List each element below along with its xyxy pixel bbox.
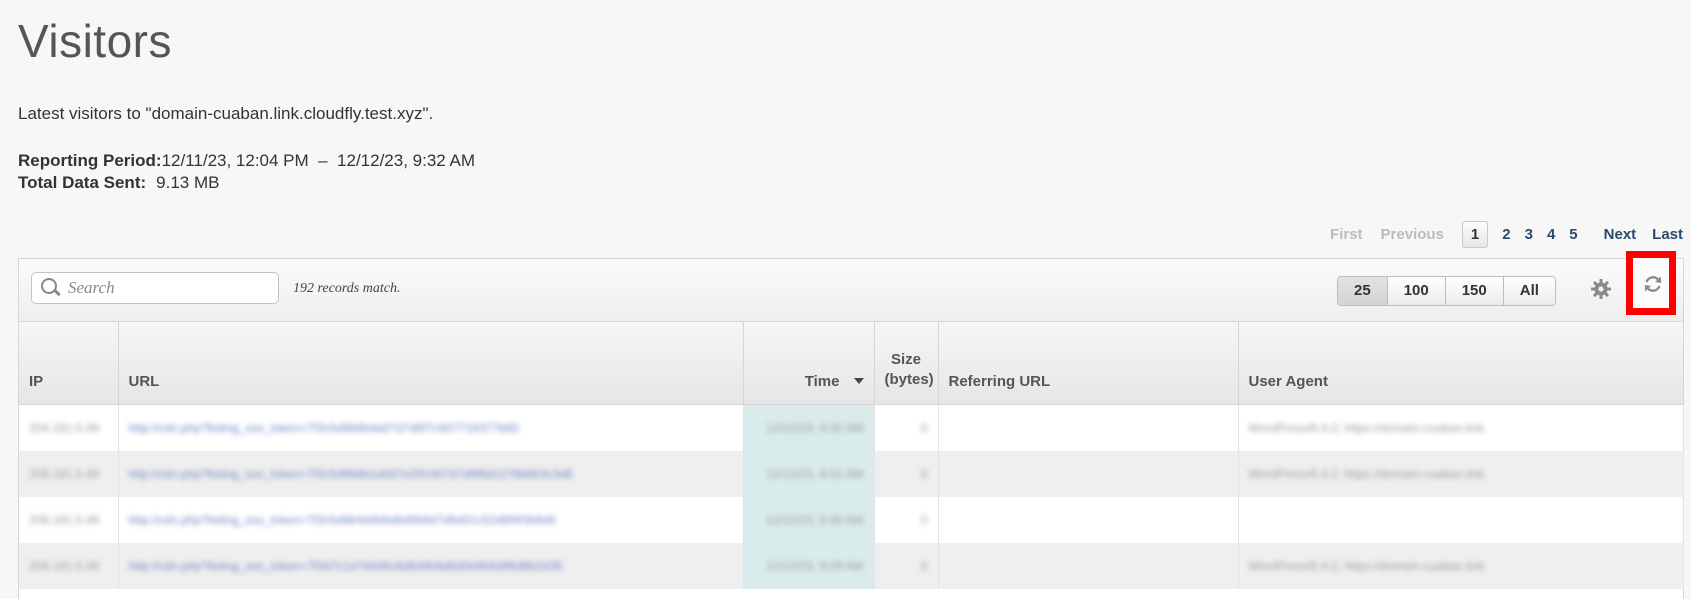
column-header-ip[interactable]: IP — [19, 322, 119, 405]
table-row: 208.181.5.49 http://cdn.php?listing_sso_… — [19, 451, 1684, 497]
search-input[interactable] — [66, 277, 270, 299]
pagination-page-3[interactable]: 3 — [1525, 226, 1533, 243]
total-data-label: Total Data Sent: — [18, 173, 147, 192]
cell-time: 12/12/23, 9:30 AM — [766, 513, 864, 527]
column-header-url[interactable]: URL — [118, 322, 744, 405]
cell-size: 0 — [920, 467, 928, 481]
pagination-last[interactable]: Last — [1652, 226, 1683, 243]
page-size-selector: 25 100 150 All — [1337, 276, 1556, 306]
cell-ip: 208.181.5.49 — [29, 467, 100, 481]
cell-ip: 208.181.5.49 — [29, 559, 100, 573]
total-data-value: 9.13 MB — [156, 173, 220, 192]
column-header-size[interactable]: Size (bytes) — [874, 322, 939, 405]
page-size-all[interactable]: All — [1502, 277, 1555, 305]
cell-url-link[interactable]: http://cdn.php?listing_sso_token=7f3c5d9… — [129, 421, 520, 435]
column-header-time[interactable]: Time — [743, 322, 875, 405]
pagination-page-5[interactable]: 5 — [1569, 226, 1577, 243]
cell-time: 12/12/23, 9:32 AM — [766, 421, 864, 435]
page-size-100[interactable]: 100 — [1386, 277, 1445, 305]
sort-down-icon — [853, 378, 864, 384]
cell-size: 0 — [920, 559, 928, 573]
visitors-panel: 192 records match. 25 100 150 All — [18, 251, 1684, 599]
visitors-table: IP URL Time Size (bytes) Referring URL U… — [19, 322, 1684, 589]
reporting-period-row: Reporting Period:12/11/23, 12:04 PM – 12… — [18, 150, 475, 172]
cell-url-link[interactable]: http://cdn.php?listing_sso_token=7f3c5d9… — [129, 513, 556, 527]
search-box[interactable] — [31, 272, 279, 304]
cell-user-agent: WordPress/6.4.2; https://domain-cuaban.l… — [1248, 559, 1485, 573]
gear-icon[interactable] — [1589, 277, 1613, 301]
page-subtitle: Latest visitors to "domain-cuaban.link.c… — [18, 104, 434, 123]
cell-url-link[interactable]: http://cdn.php?listing_sso_token=7f3c5d9… — [129, 467, 573, 481]
records-match-count: 192 records match. — [293, 281, 401, 296]
pagination-page-1[interactable]: 1 — [1461, 221, 1489, 248]
table-header-row: IP URL Time Size (bytes) Referring URL U… — [19, 322, 1684, 405]
cell-time: 12/12/23, 9:31 AM — [766, 467, 864, 481]
reporting-period-label: Reporting Period: — [18, 151, 162, 170]
cell-url-link[interactable]: http://cdn.php?listing_sso_token=7f3d7c1… — [129, 559, 563, 573]
search-icon — [40, 277, 62, 299]
cell-ip: 208.181.5.49 — [29, 513, 100, 527]
table-row: 208.181.5.49 http://cdn.php?listing_sso_… — [19, 497, 1684, 543]
column-header-time-label: Time — [804, 373, 840, 390]
report-meta: Reporting Period:12/11/23, 12:04 PM – 12… — [18, 150, 475, 194]
pagination-previous: Previous — [1380, 226, 1444, 243]
column-header-referring-url[interactable]: Referring URL — [938, 322, 1239, 405]
pagination-page-2[interactable]: 2 — [1502, 226, 1510, 243]
cell-ip: 204.181.5.49 — [29, 421, 100, 435]
column-header-size-line2: (bytes) — [884, 371, 934, 388]
pagination-next[interactable]: Next — [1604, 226, 1637, 243]
cell-size: 0 — [920, 421, 928, 435]
table-row: 204.181.5.49 http://cdn.php?listing_sso_… — [19, 404, 1684, 451]
cell-size: 0 — [920, 513, 928, 527]
column-header-user-agent[interactable]: User Agent — [1238, 322, 1684, 405]
page-title: Visitors — [18, 15, 172, 67]
cell-user-agent: WordPress/6.4.2; https://domain-cuaban.l… — [1248, 467, 1485, 481]
column-header-size-line1: Size — [890, 351, 921, 368]
cell-user-agent: WordPress/6.4.2; https://domain-cuaban.l… — [1248, 421, 1485, 435]
pagination-first: First — [1330, 226, 1363, 243]
refresh-highlight — [1626, 251, 1676, 315]
pagination: First Previous 1 2 3 4 5 Next Last — [1330, 221, 1683, 248]
page-size-25[interactable]: 25 — [1338, 277, 1387, 305]
table-row: 208.181.5.49 http://cdn.php?listing_sso_… — [19, 543, 1684, 589]
pagination-page-4[interactable]: 4 — [1547, 226, 1555, 243]
refresh-icon[interactable] — [1642, 273, 1664, 295]
cell-time: 12/12/23, 9:29 AM — [766, 559, 864, 573]
table-toolbar: 192 records match. 25 100 150 All — [19, 251, 1683, 322]
reporting-period-value: 12/11/23, 12:04 PM – 12/12/23, 9:32 AM — [161, 151, 476, 170]
total-data-row: Total Data Sent: 9.13 MB — [18, 172, 475, 194]
page-size-150[interactable]: 150 — [1444, 277, 1503, 305]
